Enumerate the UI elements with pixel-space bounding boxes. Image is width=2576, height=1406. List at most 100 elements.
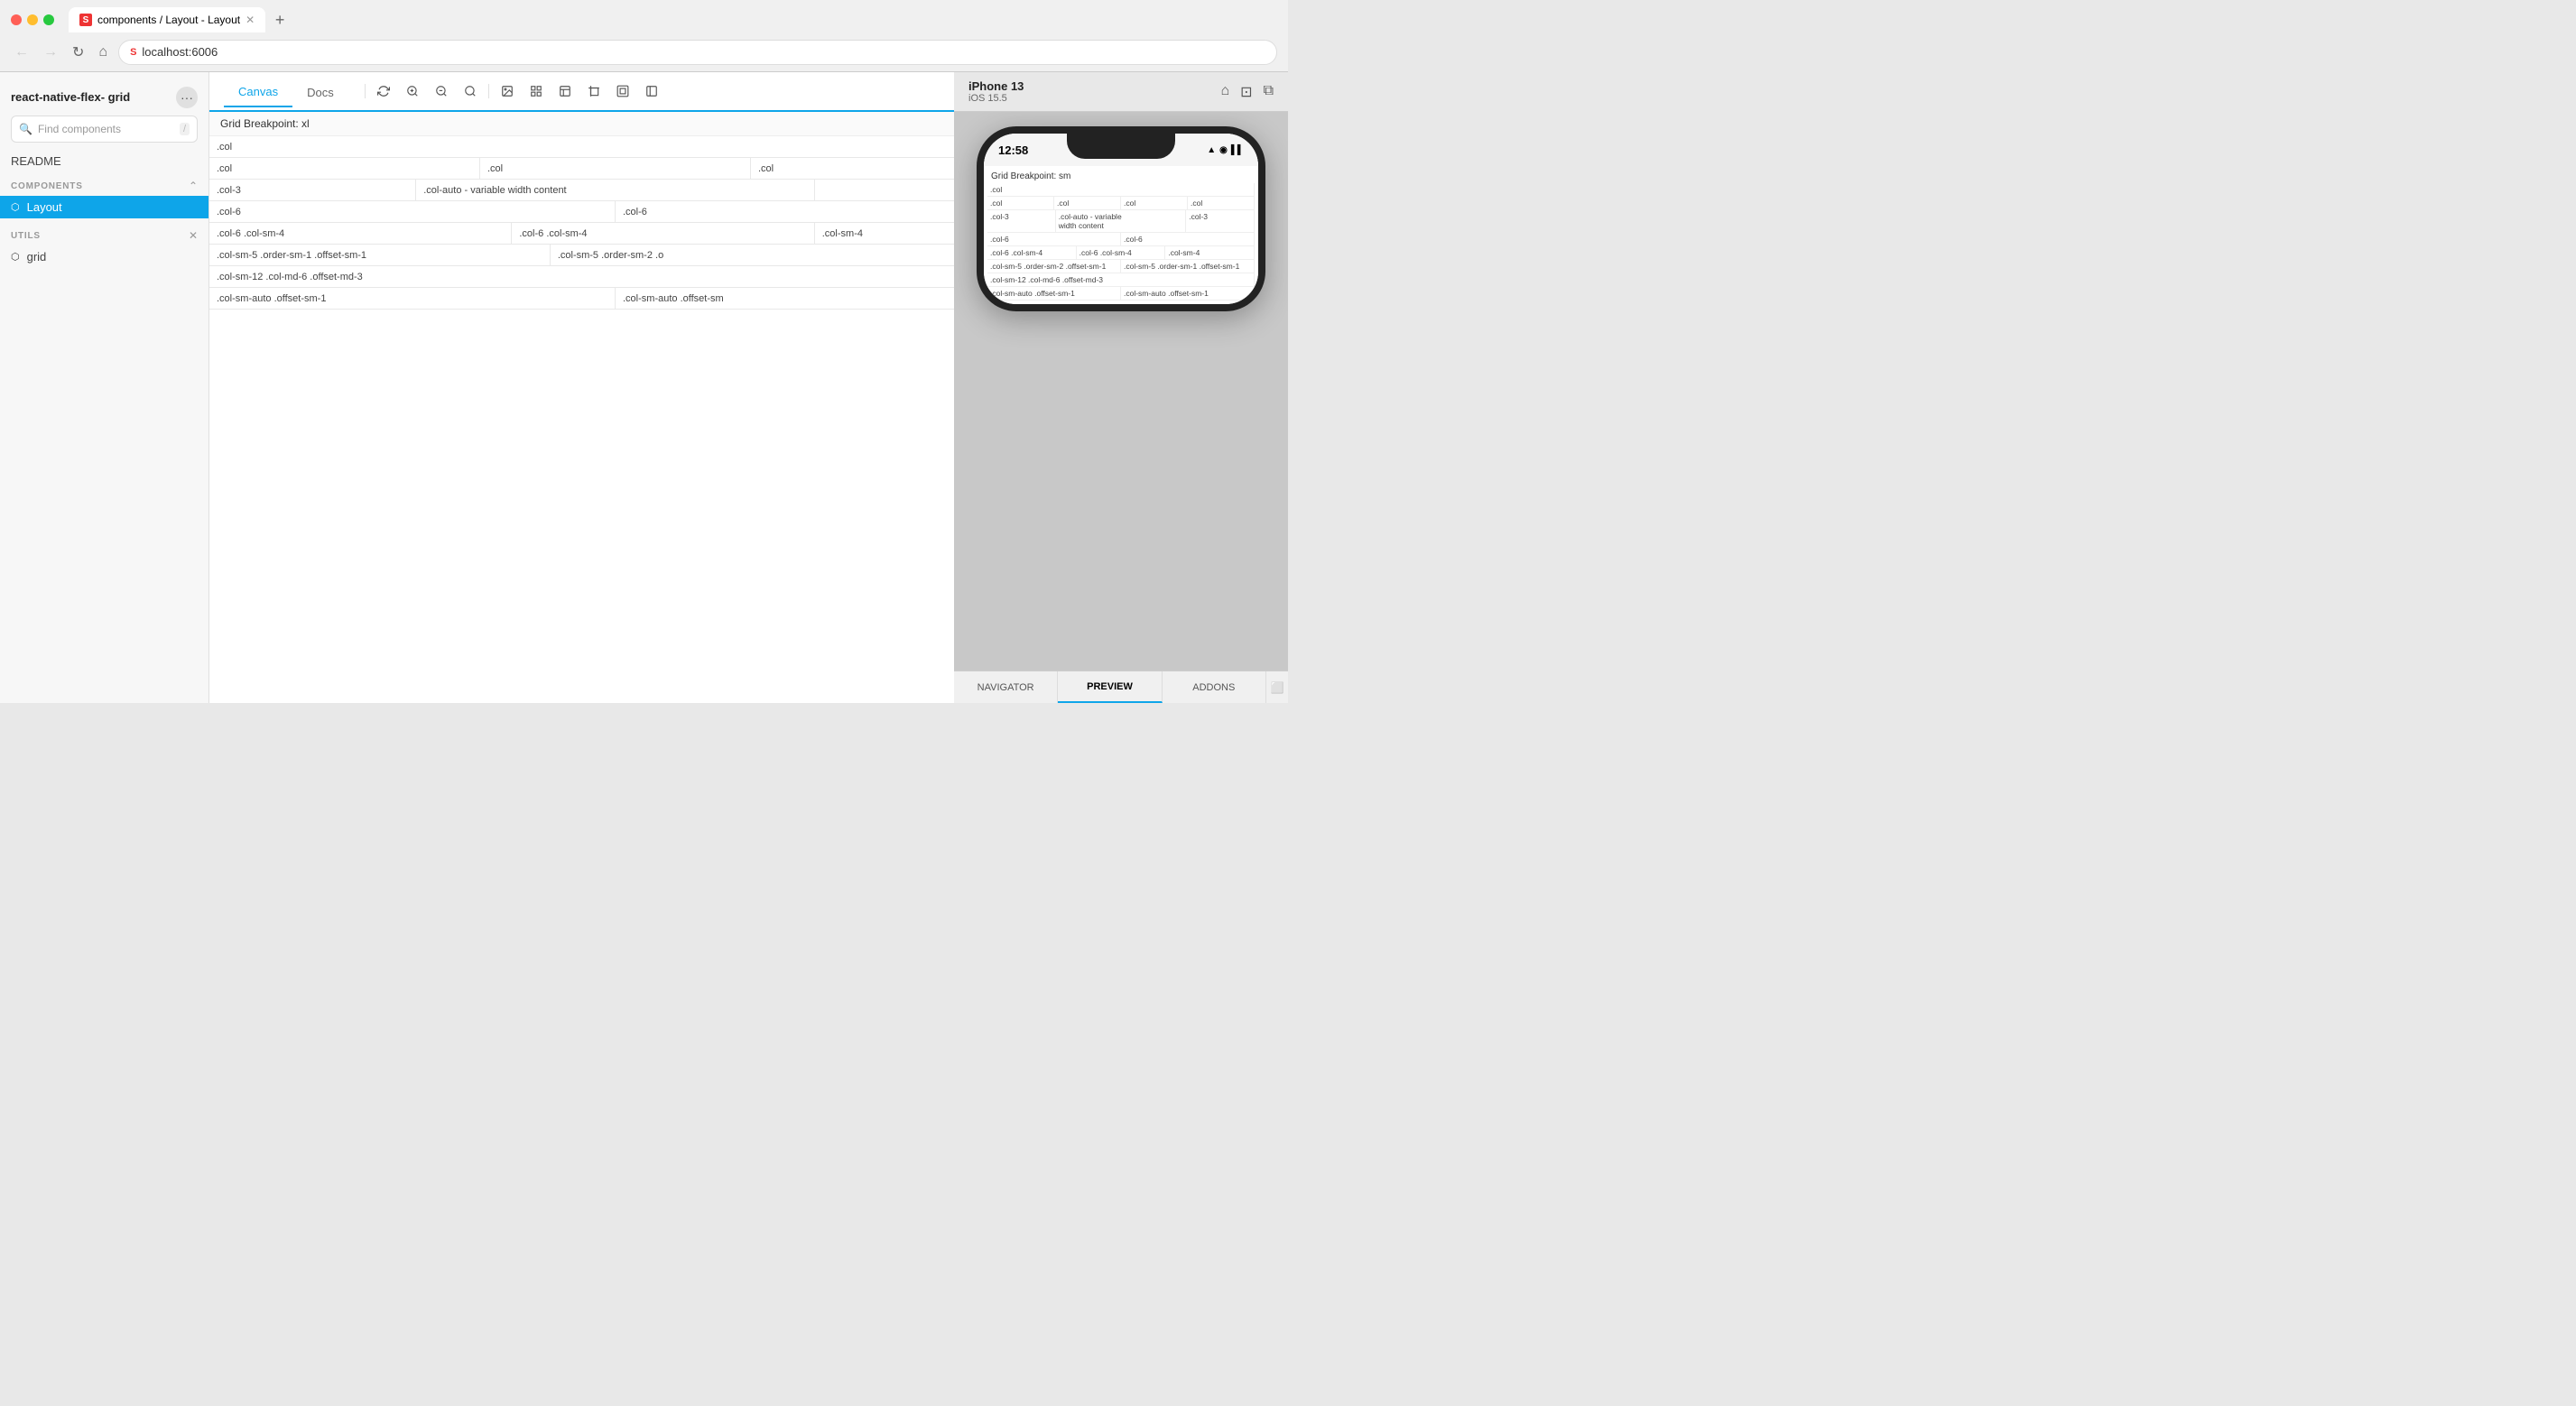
phone-status-icons: ▲ ◉ ▌▌ — [1207, 145, 1244, 155]
grid-cell-8-2: .col-sm-auto .offset-sm — [616, 288, 954, 309]
sidebar-item-layout[interactable]: ⬡ Layout — [0, 196, 208, 218]
zoom-out-tool-button[interactable] — [429, 79, 454, 104]
grid-cell-1-1: .col — [209, 136, 954, 157]
tab-close-icon[interactable]: ✕ — [246, 14, 255, 26]
layout-tool-button[interactable] — [552, 79, 578, 104]
components-section-header: COMPONENTS ⌃ — [0, 176, 208, 196]
crop-tool-button[interactable] — [581, 79, 607, 104]
grid-cell-3-2: .col-auto - variable width content — [416, 180, 815, 200]
grid-cell-3-3 — [815, 180, 954, 200]
phone-screen: 12:58 ▲ ◉ ▌▌ Grid Breakpoint: sm — [984, 134, 1258, 304]
phone-row-1: .col — [987, 183, 1255, 197]
project-title: react-native-flex- grid — [11, 90, 130, 105]
tab-preview[interactable]: PREVIEW — [1058, 671, 1162, 703]
utils-toggle-icon[interactable]: ✕ — [189, 229, 198, 242]
phone-cell-3-3: .col-3 — [1186, 210, 1255, 232]
grid-cell-3-1: .col-3 — [209, 180, 416, 200]
tool-separator-2 — [488, 84, 489, 98]
browser-tabs: S components / Layout - Layout ✕ + — [0, 0, 1288, 32]
phone-time: 12:58 — [998, 143, 1028, 157]
url-input[interactable]: S localhost:6006 — [118, 40, 1277, 65]
grid-cell-6-1: .col-sm-5 .order-sm-1 .offset-sm-1 — [209, 245, 551, 265]
active-tab[interactable]: S components / Layout - Layout ✕ — [69, 7, 265, 32]
phone-row-4: .col-6 .col-6 — [987, 233, 1255, 246]
reload-button[interactable]: ↻ — [69, 42, 88, 63]
grid-row-7: .col-sm-12 .col-md-6 .offset-md-3 — [209, 266, 954, 288]
grid-cell-6-2: .col-sm-5 .order-sm-2 .o — [551, 245, 954, 265]
grid-cell-7-1: .col-sm-12 .col-md-6 .offset-md-3 — [209, 266, 954, 287]
device-info: iPhone 13 iOS 15.5 — [968, 79, 1024, 104]
forward-button[interactable]: → — [40, 42, 61, 62]
phone-cell-8-1: .col-sm-auto .offset-sm-1 — [987, 287, 1121, 300]
close-button[interactable] — [11, 14, 22, 25]
refresh-tool-button[interactable] — [371, 79, 396, 104]
phone-cell-5-1: .col-6 .col-sm-4 — [987, 246, 1077, 259]
phone-row-7: .col-sm-12 .col-md-6 .offset-md-3 — [987, 273, 1255, 287]
phone-breakpoint-label: Grid Breakpoint: sm — [987, 170, 1255, 183]
grid-row-5: .col-6 .col-sm-4 .col-6 .col-sm-4 .col-s… — [209, 223, 954, 245]
device-name: iPhone 13 — [968, 79, 1024, 93]
grid-row-2: .col .col .col — [209, 158, 954, 180]
more-icon: ··· — [181, 90, 193, 105]
phone-cell-5-3: .col-sm-4 — [1165, 246, 1255, 259]
address-bar: ← → ↻ ⌂ S localhost:6006 — [0, 32, 1288, 71]
window-controls — [11, 14, 54, 25]
components-label: COMPONENTS — [11, 181, 83, 191]
grid-cell-4-1: .col-6 — [209, 201, 616, 222]
maximize-button[interactable] — [43, 14, 54, 25]
sidebar-item-readme[interactable]: README — [0, 150, 208, 172]
new-tab-button[interactable]: + — [269, 9, 291, 31]
phone-cell-4-1: .col-6 — [987, 233, 1121, 245]
tab-addons[interactable]: ADDONS — [1163, 671, 1266, 703]
phone-row-3: .col-3 .col-auto - variablewidth content… — [987, 210, 1255, 233]
phone-grid-content: Grid Breakpoint: sm .col .col .col .col … — [984, 166, 1258, 304]
canvas-toolbar: Canvas Docs — [209, 72, 954, 112]
phone-row-5: .col-6 .col-sm-4 .col-6 .col-sm-4 .col-s… — [987, 246, 1255, 260]
image-tool-button[interactable] — [495, 79, 520, 104]
grid-cell-5-3: .col-sm-4 — [815, 223, 954, 244]
panel-bottom-tabs: NAVIGATOR PREVIEW ADDONS ⬜ — [954, 671, 1288, 703]
components-toggle-icon[interactable]: ⌃ — [189, 180, 198, 192]
minimize-panel-icon[interactable]: ⬜ — [1271, 681, 1284, 694]
tab-spacer: ⬜ — [1266, 671, 1288, 703]
minimize-button[interactable] — [27, 14, 38, 25]
zoom-in-tool-button[interactable] — [400, 79, 425, 104]
sidebar-item-grid[interactable]: ⬡ grid — [0, 245, 208, 268]
screenshot-icon[interactable]: ⊡ — [1240, 83, 1252, 101]
grid-tool-button[interactable] — [524, 79, 549, 104]
utils-section: UTILS ✕ ⬡ grid — [0, 222, 208, 272]
readme-label: README — [11, 154, 61, 168]
grid-row-4: .col-6 .col-6 — [209, 201, 954, 223]
search-bar[interactable]: 🔍 Find components / — [11, 116, 198, 143]
sidebar-tool-button[interactable] — [639, 79, 664, 104]
phone-status-bar: 12:58 ▲ ◉ ▌▌ — [984, 134, 1258, 166]
grid-cell-4-2: .col-6 — [616, 201, 954, 222]
phone-notch — [1067, 134, 1175, 159]
browser-chrome: S components / Layout - Layout ✕ + ← → ↻… — [0, 0, 1288, 72]
url-text: localhost:6006 — [142, 45, 218, 59]
canvas-content: Grid Breakpoint: xl .col .col .col .col … — [209, 112, 954, 703]
utils-label: UTILS — [11, 231, 41, 241]
rotate-icon[interactable]: ⧉ — [1264, 83, 1274, 101]
tab-navigator[interactable]: NAVIGATOR — [954, 671, 1058, 703]
grid-cell-2-1: .col — [209, 158, 480, 179]
phone-frame-area: 12:58 ▲ ◉ ▌▌ Grid Breakpoint: sm — [954, 112, 1288, 671]
grid-cell-5-1: .col-6 .col-sm-4 — [209, 223, 512, 244]
tab-title: components / Layout - Layout — [97, 14, 240, 26]
home-button[interactable]: ⌂ — [95, 42, 111, 62]
search-icon: 🔍 — [19, 123, 32, 135]
back-button[interactable]: ← — [11, 42, 32, 62]
tab-canvas[interactable]: Canvas — [224, 78, 292, 107]
grid-row-6: .col-sm-5 .order-sm-1 .offset-sm-1 .col-… — [209, 245, 954, 266]
grid-row-1: .col — [209, 136, 954, 158]
grid-row-3: .col-3 .col-auto - variable width conten… — [209, 180, 954, 201]
tab-docs[interactable]: Docs — [292, 79, 348, 106]
frame-tool-button[interactable] — [610, 79, 635, 104]
phone-cell-2-4: .col — [1188, 197, 1255, 209]
phone-row-2: .col .col .col .col — [987, 197, 1255, 210]
phone-cell-4-2: .col-6 — [1121, 233, 1255, 245]
more-button[interactable]: ··· — [176, 87, 198, 108]
search-tool-button[interactable] — [458, 79, 483, 104]
home-device-icon[interactable]: ⌂ — [1220, 83, 1229, 101]
sidebar: react-native-flex- grid ··· 🔍 Find compo… — [0, 72, 209, 703]
